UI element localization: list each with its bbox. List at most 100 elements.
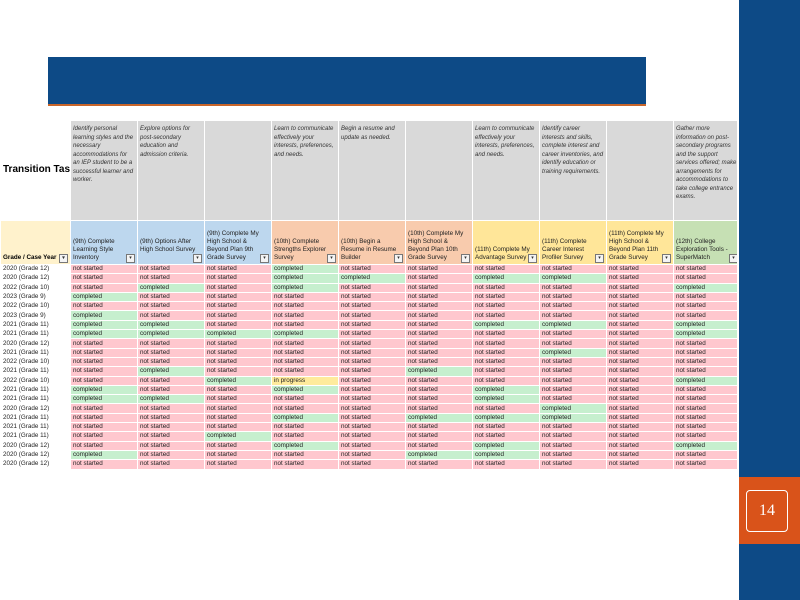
filter-dropdown-icon[interactable]: ▾ [126,254,135,263]
status-cell: completed [271,384,339,396]
status-cell: not started [606,384,674,396]
status-cell: completed [673,282,741,293]
filter-dropdown-icon[interactable]: ▾ [662,254,671,263]
status-cell: not started [472,422,540,433]
filter-dropdown-icon[interactable]: ▾ [528,254,537,263]
status-cell: not started [606,412,674,424]
status-cell: not started [673,431,741,442]
status-cell: not started [539,366,607,377]
status-cell: not started [472,375,540,386]
grade-cell: 2023 (Grade 9) [0,310,71,321]
status-cell: not started [70,422,138,433]
status-cell: not started [137,273,205,284]
status-cell: completed [70,449,138,461]
grade-cell: 2020 (Grade 12) [0,338,71,349]
filter-dropdown-icon[interactable]: ▾ [394,254,403,263]
status-cell: not started [137,440,205,451]
column-header: (11th) Complete Career Interest Profiler… [539,220,607,265]
status-cell: completed [472,319,540,331]
task-description-row: Transition Task Identify personal learnin… [0,120,800,221]
status-cell: not started [271,449,339,461]
status-cell: not started [204,449,272,461]
column-header: (9th) Options After High School Survey ▾ [137,220,205,265]
grade-cell: 2021 (Grade 11) [0,394,71,405]
status-cell: not started [137,384,205,396]
status-cell: not started [673,459,741,470]
status-cell: not started [271,310,339,321]
filter-dropdown-icon[interactable]: ▾ [461,254,470,263]
column-header-label: (9th) Options After High School Survey [140,238,196,253]
status-cell: completed [137,394,205,405]
status-cell: completed [539,412,607,424]
status-cell: not started [405,273,473,284]
grade-cell: 2021 (Grade 11) [0,431,71,442]
grade-cell: 2021 (Grade 11) [0,319,71,331]
grade-cell: 2021 (Grade 11) [0,384,71,396]
status-cell: not started [405,291,473,303]
status-cell: not started [606,319,674,331]
status-cell: not started [137,310,205,321]
filter-dropdown-icon[interactable]: ▾ [595,254,604,263]
table-row: 2021 (Grade 11) completed completed not sta… [0,319,800,331]
column-header: (11th) Complete My High School & Beyond … [606,220,674,265]
status-cell: not started [70,356,138,368]
status-cell: not started [271,422,339,433]
filter-dropdown-icon[interactable]: ▾ [193,254,202,263]
task-description-cell: Gather more information on post-secondar… [673,120,741,221]
table-row: 2022 (Grade 10) not started not started not… [0,356,800,368]
table-row: 2021 (Grade 11) not started not started not… [0,422,800,433]
grade-cell: 2022 (Grade 10) [0,356,71,368]
status-cell: not started [338,291,406,303]
table-row: 2020 (Grade 12) not started not started not… [0,459,800,470]
status-cell: not started [204,319,272,331]
status-cell: not started [472,459,540,470]
status-cell: not started [673,263,741,275]
status-cell: not started [137,422,205,433]
column-header: (11th) Complete My Advantage Survey ▾ [472,220,540,265]
status-cell: not started [539,459,607,470]
status-cell: not started [338,310,406,321]
status-cell: not started [204,412,272,424]
filter-dropdown-icon[interactable]: ▾ [260,254,269,263]
status-cell: completed [472,440,540,451]
filter-dropdown-icon[interactable]: ▾ [327,254,336,263]
status-cell: not started [673,384,741,396]
status-cell: not started [539,440,607,451]
status-cell: not started [204,366,272,377]
status-cell: not started [673,394,741,405]
status-cell: completed [405,449,473,461]
status-cell: not started [673,301,741,312]
status-cell: not started [338,384,406,396]
column-header-label: (10th) Complete My High School & Beyond … [408,230,464,261]
grade-cell: 2021 (Grade 11) [0,422,71,433]
status-cell: not started [137,291,205,303]
status-cell: completed [472,449,540,461]
status-cell: not started [338,366,406,377]
column-header-label: (11th) Complete My High School & Beyond … [609,230,664,261]
status-cell: completed [271,412,339,424]
status-cell: not started [70,403,138,414]
status-cell: not started [405,310,473,321]
status-cell: not started [673,449,741,461]
filter-dropdown-icon[interactable]: ▾ [59,254,68,263]
status-cell: not started [673,403,741,414]
table-row: 2021 (Grade 11) not started not started not… [0,412,800,424]
status-cell: not started [70,366,138,377]
table-row: 2020 (Grade 12) not started not started not… [0,338,800,349]
status-cell: not started [606,291,674,303]
status-cell: not started [70,375,138,386]
status-cell: not started [539,449,607,461]
status-cell: not started [606,422,674,433]
status-cell: completed [405,412,473,424]
status-cell: not started [472,329,540,340]
table-row: 2023 (Grade 9) completed not started not st… [0,291,800,303]
status-cell: completed [539,273,607,284]
status-cell: not started [137,301,205,312]
status-cell: not started [472,403,540,414]
status-cell: not started [472,282,540,293]
grade-cell: 2022 (Grade 10) [0,301,71,312]
status-cell: completed [70,319,138,331]
status-cell: not started [338,440,406,451]
status-cell: not started [137,449,205,461]
table-row: 2022 (Grade 10) not started not started not… [0,301,800,312]
